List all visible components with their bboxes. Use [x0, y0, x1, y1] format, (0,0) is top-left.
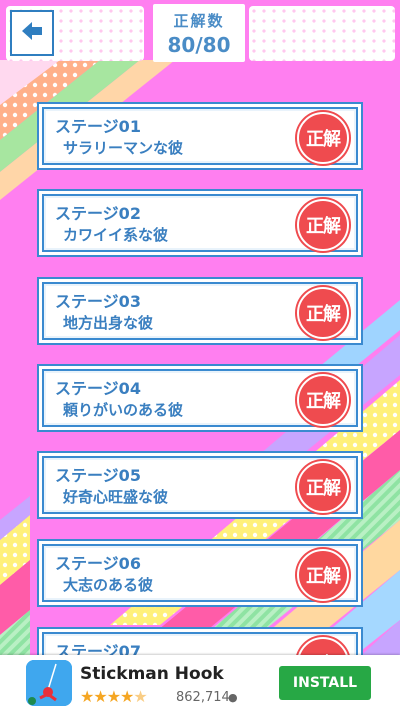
stage-item-03[interactable]: ステージ03 地方出身な彼 正解 — [37, 277, 363, 345]
correct-badge: 正解 — [297, 199, 349, 251]
stage-subtitle: 大志のある彼 — [63, 576, 154, 594]
stage-title: ステージ04 — [55, 379, 141, 398]
stage-item-02[interactable]: ステージ02 カワイイ系な彼 正解 — [37, 189, 363, 257]
stage-item-04[interactable]: ステージ04 頼りがいのある彼 正解 — [37, 364, 363, 432]
stage-item-01[interactable]: ステージ01 サラリーマンな彼 正解 — [37, 102, 363, 170]
stage-subtitle: 頼りがいのある彼 — [63, 401, 184, 419]
correct-badge: 正解 — [297, 549, 349, 601]
rating-count: 862,714 — [176, 690, 230, 705]
score-value: 80/80 — [167, 33, 231, 57]
stage-item-05[interactable]: ステージ05 好奇心旺盛な彼 正解 — [37, 451, 363, 519]
stage-title: ステージ02 — [55, 204, 141, 223]
stage-subtitle: 好奇心旺盛な彼 — [63, 488, 169, 506]
stage-subtitle: 地方出身な彼 — [63, 314, 154, 332]
stage-title: ステージ03 — [55, 292, 141, 311]
score-panel: 正解数 80/80 — [153, 4, 245, 62]
correct-badge: 正解 — [297, 112, 349, 164]
stage-subtitle: サラリーマンな彼 — [63, 139, 184, 157]
stage-title: ステージ01 — [55, 117, 141, 136]
ad-banner[interactable]: Stickman Hook ★★★★★ 862,714 ● INSTALL — [0, 655, 400, 711]
star-rating: ★★★★★ — [80, 687, 148, 706]
stage-title: ステージ05 — [55, 466, 141, 485]
back-button[interactable] — [10, 10, 54, 56]
install-button[interactable]: INSTALL — [279, 666, 371, 700]
stage-subtitle: カワイイ系な彼 — [63, 226, 169, 244]
correct-badge: 正解 — [297, 461, 349, 513]
person-icon: ● — [228, 691, 238, 704]
app-icon[interactable] — [26, 660, 72, 706]
stage-item-06[interactable]: ステージ06 大志のある彼 正解 — [37, 539, 363, 607]
stage-title: ステージ06 — [55, 554, 141, 573]
correct-badge: 正解 — [297, 374, 349, 426]
header-right-panel — [249, 6, 395, 61]
arrow-left-icon — [19, 18, 45, 48]
app-name[interactable]: Stickman Hook — [80, 664, 224, 684]
correct-badge: 正解 — [297, 287, 349, 339]
score-label: 正解数 — [173, 12, 225, 30]
